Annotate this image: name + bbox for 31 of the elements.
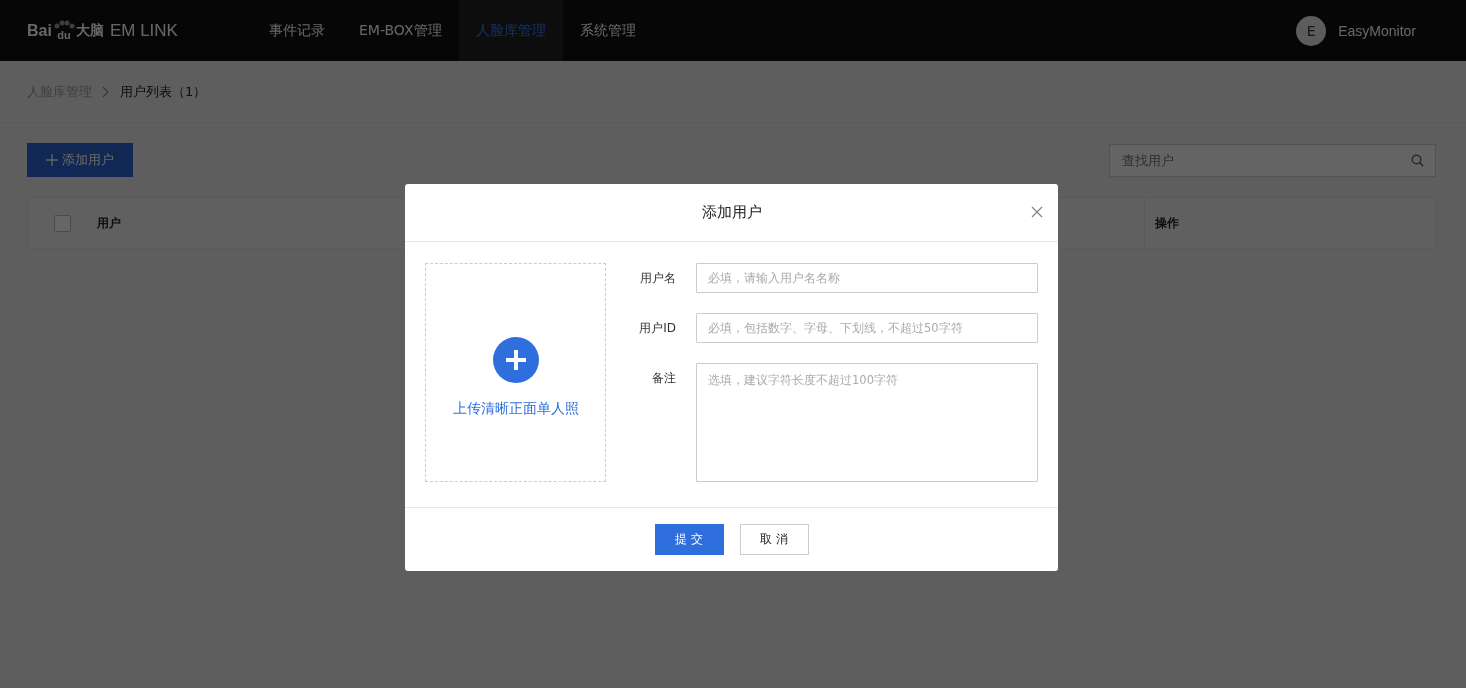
text-area[interactable]: 选填，建议字符长度不超过100字符: [696, 363, 1038, 482]
plus-icon: [46, 154, 58, 166]
field-label: 用户名: [639, 270, 676, 287]
cancel-button[interactable]: 取 消: [739, 524, 809, 555]
user-name[interactable]: EasyMonitor: [1338, 22, 1416, 39]
nav-tab[interactable]: EM-BOX管理: [342, 0, 459, 61]
field-label: 用户ID: [638, 320, 676, 337]
field-label: 备注: [651, 370, 676, 387]
logo-text: du: [57, 30, 71, 41]
search-icon: [1411, 153, 1424, 167]
nav-tab[interactable]: 事件记录: [252, 0, 342, 61]
photo-upload-area[interactable]: 上传清晰正面单人照: [425, 263, 606, 482]
logo-text: 大脑: [75, 21, 104, 40]
column-header: 用户: [97, 214, 121, 232]
dialog-title: 添加用户: [701, 203, 762, 222]
logo-text: Bai: [27, 21, 52, 40]
plus-icon: [492, 337, 539, 383]
avatar[interactable]: E: [1296, 15, 1327, 46]
input-field[interactable]: 必填，包括数字、字母、下划线，不超过50字符: [696, 313, 1038, 343]
upload-label: 上传清晰正面单人照: [452, 400, 579, 418]
add-user-button[interactable]: 添加用户: [27, 143, 133, 177]
column-header: 操作: [1155, 214, 1179, 232]
paw-icon: [52, 20, 75, 30]
nav-tab[interactable]: 系统管理: [562, 0, 653, 61]
checkbox[interactable]: [54, 214, 71, 232]
close-icon[interactable]: [1031, 206, 1043, 218]
breadcrumb-current: 用户列表（1）: [120, 82, 207, 101]
submit-button[interactable]: 提 交: [654, 524, 724, 555]
chevron-right-icon: [102, 85, 110, 98]
product-name: EM LINK: [109, 20, 178, 41]
input-field[interactable]: 必填，请输入用户名名称: [696, 263, 1038, 293]
